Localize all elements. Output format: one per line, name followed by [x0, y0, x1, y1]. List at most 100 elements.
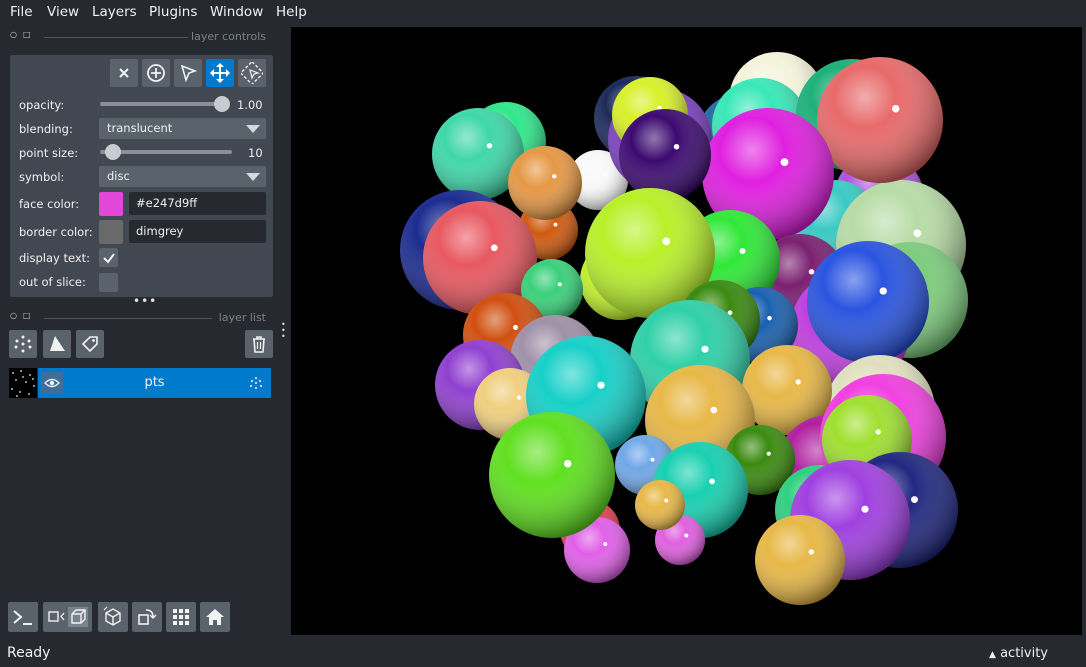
menu-help[interactable]: Help	[276, 4, 307, 20]
sphere-highlight	[710, 406, 718, 414]
checkmark-icon	[102, 252, 115, 264]
grid-view-button[interactable]	[166, 602, 196, 632]
sphere-highlight	[512, 324, 519, 330]
sphere-highlight	[767, 315, 772, 321]
layer-list-item[interactable]: pts	[9, 368, 271, 398]
opacity-value: 1.00	[237, 98, 263, 112]
points-layer-icon	[249, 376, 263, 390]
delete-points-button[interactable]	[110, 59, 138, 87]
sphere-highlight	[516, 395, 522, 400]
sphere-highlight	[673, 143, 680, 150]
point-size-value: 10	[248, 146, 263, 160]
display-text-checkbox[interactable]	[99, 248, 118, 267]
sphere-highlight	[664, 498, 669, 503]
transpose-button[interactable]	[132, 602, 162, 632]
border-color-label: border color:	[19, 225, 93, 239]
sphere-highlight	[557, 282, 562, 287]
dock-float-icon[interactable]: ○□	[10, 311, 37, 320]
new-points-layer-button[interactable]	[9, 330, 37, 358]
tag-icon	[81, 336, 98, 353]
sphere-highlight	[603, 172, 608, 177]
symbol-value: disc	[107, 169, 130, 183]
vertical-splitter-handle[interactable]: • • •	[281, 321, 286, 341]
face-color-swatch[interactable]	[99, 192, 123, 216]
toggle-ndisplay-button[interactable]	[43, 602, 92, 632]
roll-dimensions-button[interactable]	[98, 602, 128, 632]
sphere-shading	[807, 241, 929, 363]
sphere-highlight	[808, 549, 814, 555]
sphere-highlight	[861, 505, 869, 513]
sphere-highlight	[913, 229, 922, 238]
move-arrows-icon	[210, 63, 230, 83]
pan-zoom-button[interactable]	[206, 59, 234, 87]
chevron-down-icon	[246, 125, 260, 133]
new-labels-layer-button[interactable]	[76, 330, 104, 358]
opacity-label: opacity:	[19, 98, 65, 112]
layer-controls-title: layer controls	[191, 30, 266, 43]
sphere-highlight	[597, 381, 605, 389]
transform-icon	[241, 62, 263, 84]
sphere-shading	[755, 515, 845, 605]
add-points-button[interactable]	[142, 59, 170, 87]
out-of-slice-checkbox[interactable]	[99, 273, 118, 292]
sphere-highlight	[795, 379, 801, 385]
pointer-icon	[180, 64, 198, 83]
activity-button[interactable]: ▲ activity	[989, 646, 1048, 661]
sphere-highlight	[709, 478, 715, 485]
sphere-highlight	[603, 542, 608, 547]
points-3d-render	[400, 52, 968, 605]
dock-float-icon[interactable]: ○□	[10, 30, 37, 39]
point-size-slider-handle[interactable]	[105, 144, 122, 160]
layer-controls-panel: opacity: 1.00 blending: translucent poin…	[10, 55, 273, 297]
new-shapes-layer-button[interactable]	[43, 330, 71, 358]
sphere-highlight	[875, 429, 881, 435]
trash-icon	[253, 336, 265, 353]
menu-layers[interactable]: Layers	[92, 4, 137, 20]
sphere-shading	[489, 412, 615, 538]
transform-button[interactable]	[238, 59, 266, 87]
sphere-highlight	[739, 248, 746, 254]
menu-window[interactable]: Window	[210, 4, 263, 20]
border-color-swatch[interactable]	[99, 220, 123, 244]
border-color-input[interactable]: dimgrey	[129, 220, 266, 243]
blending-dropdown[interactable]: translucent	[99, 118, 266, 139]
select-points-button[interactable]	[174, 59, 202, 87]
symbol-label: symbol:	[19, 170, 65, 184]
home-button[interactable]	[200, 602, 230, 632]
sphere-highlight	[780, 158, 789, 167]
header-divider	[44, 37, 188, 38]
menu-view[interactable]: View	[47, 4, 79, 20]
splitter-handle[interactable]: •••	[133, 295, 157, 307]
viewer-canvas[interactable]	[291, 27, 1082, 635]
sphere-highlight	[650, 457, 655, 462]
close-icon	[119, 68, 129, 78]
sphere-highlight	[552, 174, 557, 179]
layer-list-title: layer list	[218, 311, 266, 324]
sphere-shading	[635, 480, 685, 530]
layer-controls-header: ○□ layer controls	[10, 30, 272, 44]
menu-plugins[interactable]: Plugins	[149, 4, 197, 20]
opacity-slider[interactable]	[100, 102, 222, 106]
delete-layer-button[interactable]	[245, 330, 273, 358]
face-color-input[interactable]: #e247d9ff	[129, 192, 266, 215]
header-divider	[44, 318, 212, 319]
symbol-dropdown[interactable]: disc	[99, 166, 266, 187]
console-button[interactable]	[8, 602, 38, 632]
sphere-highlight	[808, 268, 815, 275]
sphere-highlight	[490, 244, 498, 252]
transpose-icon	[138, 609, 157, 625]
layer-name[interactable]: pts	[38, 375, 271, 390]
blending-label: blending:	[19, 122, 73, 136]
terminal-icon	[13, 610, 32, 625]
shapes-icon	[50, 336, 65, 351]
sphere-shading	[508, 146, 582, 220]
sphere-highlight	[701, 345, 709, 353]
menu-file[interactable]: File	[10, 4, 33, 20]
layer-body[interactable]: pts	[38, 368, 271, 398]
thumbnail-points	[11, 370, 35, 397]
sphere-highlight	[662, 237, 671, 246]
point-size-label: point size:	[19, 146, 79, 160]
add-circle-icon	[147, 64, 165, 82]
opacity-slider-handle[interactable]	[214, 96, 230, 112]
layer-thumbnail	[9, 368, 37, 398]
